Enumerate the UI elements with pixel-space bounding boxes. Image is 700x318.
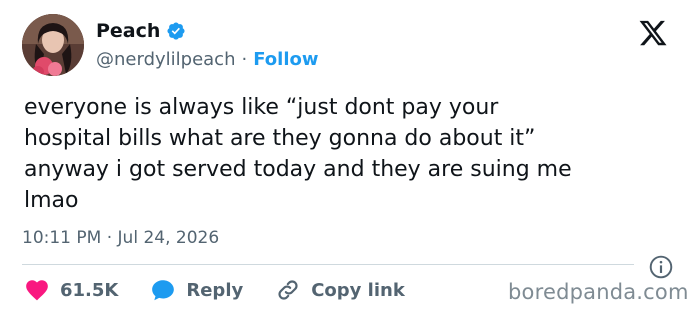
reply-bubble-icon bbox=[152, 280, 175, 301]
tweet-timestamp[interactable]: 10:11 PM · Jul 24, 2026 bbox=[22, 228, 219, 248]
author-handle[interactable]: @nerdylilpeach bbox=[96, 49, 235, 70]
verified-badge-icon bbox=[166, 21, 186, 41]
author-name[interactable]: Peach bbox=[96, 20, 160, 42]
divider bbox=[22, 264, 634, 265]
separator-dot: · bbox=[241, 49, 248, 70]
info-icon[interactable] bbox=[648, 254, 674, 280]
copy-link-button[interactable]: Copy link bbox=[275, 277, 405, 303]
follow-button[interactable]: Follow bbox=[253, 49, 318, 70]
likes-count: 61.5K bbox=[60, 279, 119, 301]
heart-icon bbox=[26, 280, 48, 301]
reply-label: Reply bbox=[186, 279, 244, 301]
tweet-actions: 61.5K Reply Copy link bbox=[24, 276, 437, 304]
avatar[interactable] bbox=[22, 14, 84, 76]
tweet-text: everyone is always like “just dont pay y… bbox=[24, 95, 572, 213]
watermark: boredpanda.com bbox=[508, 280, 689, 304]
copy-link-label: Copy link bbox=[311, 279, 405, 301]
reply-button[interactable]: Reply bbox=[150, 277, 243, 303]
link-icon bbox=[278, 280, 298, 300]
like-button[interactable]: 61.5K bbox=[24, 277, 118, 303]
x-logo-icon[interactable] bbox=[638, 18, 668, 48]
